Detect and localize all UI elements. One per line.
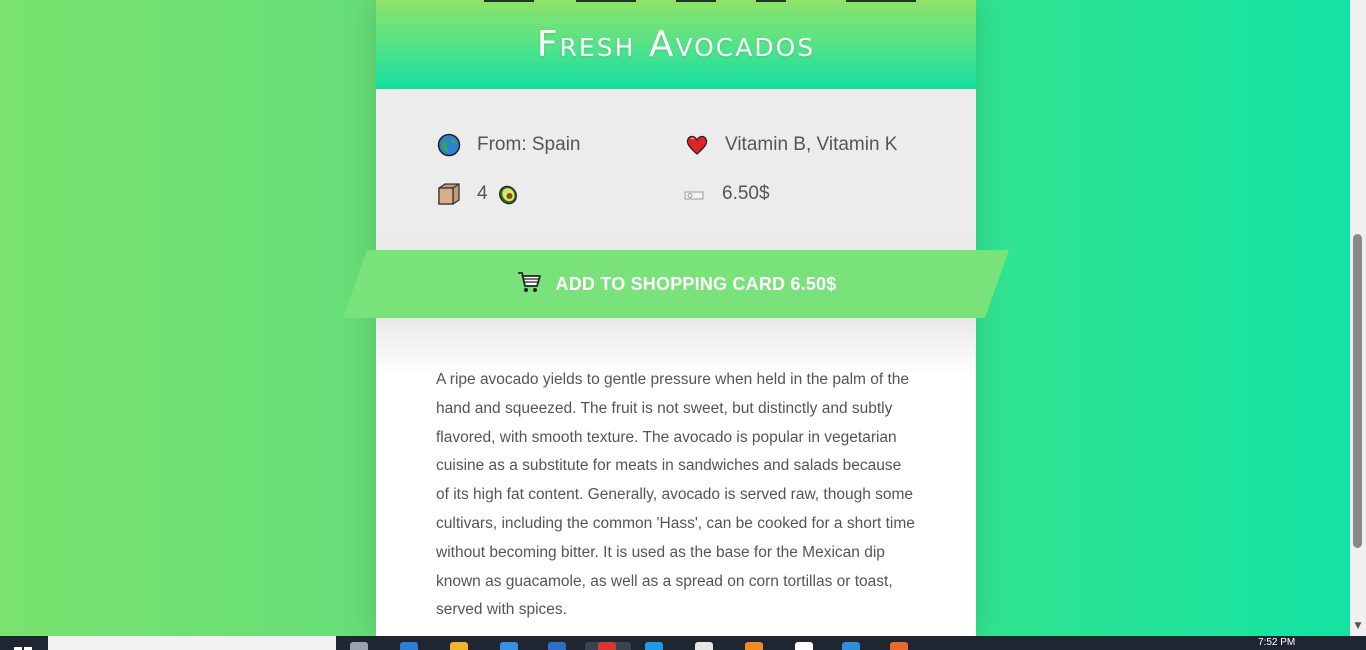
heart-icon [685, 133, 709, 157]
scroll-down-arrow[interactable]: ▼ [1352, 620, 1364, 632]
vscode-icon[interactable] [842, 642, 860, 650]
windows-start-icon[interactable] [14, 640, 32, 650]
banknote-icon [682, 182, 706, 206]
scrollbar-thumb[interactable] [1353, 234, 1362, 548]
mail-icon[interactable] [548, 642, 566, 650]
app-icon-4[interactable] [890, 642, 908, 650]
app-icon-3[interactable] [795, 642, 813, 650]
globe-icon [437, 133, 461, 157]
price-info: 6.50$ [682, 182, 770, 206]
product-description: A ripe avocado yields to gentle pressure… [436, 371, 915, 619]
price-text: 6.50$ [722, 183, 770, 204]
app-icon[interactable] [695, 642, 713, 650]
title-bar: Fresh Avocados [376, 0, 976, 89]
avocado-icon [496, 182, 520, 206]
file-explorer-icon[interactable] [450, 642, 468, 650]
taskbar: 7:52 PM [0, 636, 1366, 650]
app-icon-2[interactable] [745, 642, 763, 650]
edge-icon[interactable] [400, 642, 418, 650]
box-icon [437, 182, 461, 206]
origin-text: From: Spain [477, 134, 581, 155]
task-view-icon[interactable] [350, 642, 368, 650]
product-title: Fresh Avocados [536, 24, 816, 65]
taskbar-search-box[interactable] [48, 636, 336, 650]
store-icon[interactable] [500, 642, 518, 650]
add-to-cart-button[interactable]: ADD TO SHOPPING CARD 6.50$ [343, 250, 1009, 318]
skype-icon[interactable] [645, 642, 663, 650]
origin-info: From: Spain [437, 133, 580, 157]
chrome-icon[interactable] [598, 642, 616, 650]
quantity-info: 4 [437, 182, 520, 206]
vitamins-info: Vitamin B, Vitamin K [685, 133, 897, 157]
taskbar-clock[interactable]: 7:52 PM [1258, 636, 1295, 650]
shopping-cart-icon [516, 269, 542, 299]
add-to-cart-label: ADD TO SHOPPING CARD 6.50$ [555, 273, 837, 294]
hero-image-edge [376, 0, 976, 4]
quantity-value: 4 [477, 183, 488, 204]
vitamins-text: Vitamin B, Vitamin K [725, 134, 898, 155]
